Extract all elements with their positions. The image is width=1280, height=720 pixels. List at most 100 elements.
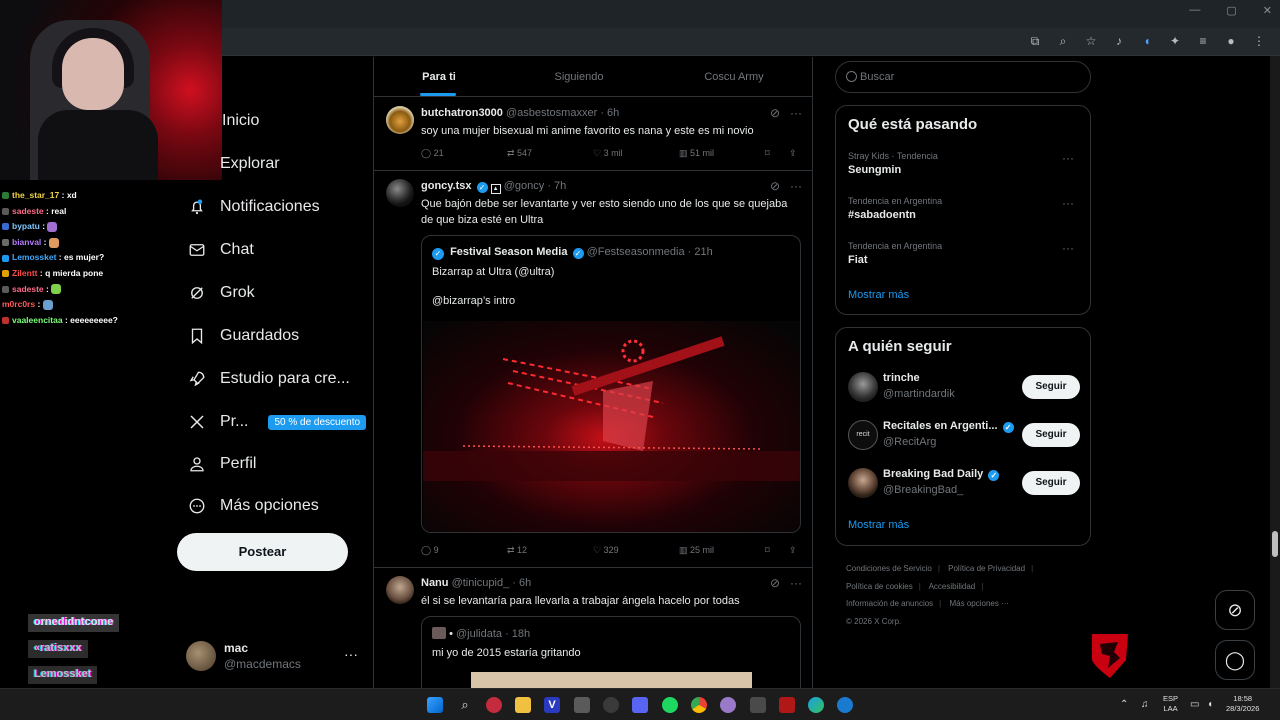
bookmark-star-icon[interactable]: ☆ <box>1084 34 1098 48</box>
taskbar-app-icon[interactable] <box>574 697 590 713</box>
follow-button[interactable]: Seguir <box>1022 423 1080 447</box>
quoted-tweet[interactable]: • @julidata · 18h mi yo de 2015 estaría … <box>421 616 801 688</box>
language-indicator[interactable]: ESP LAA <box>1163 694 1178 714</box>
like-button[interactable]: ♡ 329 <box>593 545 619 556</box>
media-list-icon[interactable]: ≡ <box>1196 34 1210 48</box>
messages-float-button[interactable]: ◯ <box>1215 640 1255 680</box>
tray-chevron-icon[interactable]: ⌃ <box>1120 697 1136 713</box>
grok-icon[interactable]: ⊘ <box>770 576 780 590</box>
share-icon[interactable]: ⇪ <box>789 545 797 556</box>
tweet-author-handle[interactable]: @asbestosmaxxer <box>506 107 597 119</box>
account-switcher[interactable]: mac @macdemacs ··· <box>186 638 366 674</box>
avatar[interactable] <box>848 372 878 402</box>
follow-suggestion[interactable]: recit Recitales en Argenti... ✓ @RecitAr… <box>848 418 1080 452</box>
taskbar-search-icon[interactable]: ⌕ <box>457 697 473 713</box>
tweet-author-name[interactable]: goncy.tsx <box>421 180 472 192</box>
trend-item[interactable]: Tendencia en Argentina Fiat ··· <box>848 241 1080 266</box>
follow-show-more-link[interactable]: Mostrar más <box>848 519 909 531</box>
chat-username[interactable]: sadeste <box>12 284 44 294</box>
taskbar-app-icon[interactable] <box>750 697 766 713</box>
avatar[interactable]: recit <box>848 420 878 450</box>
chat-username[interactable]: vaaleencitaa <box>12 315 63 325</box>
like-button[interactable]: ♡ 3 mil <box>593 148 623 159</box>
bookmark-icon[interactable]: ⌑ <box>765 545 770 556</box>
tweet-time[interactable]: · 7h <box>547 180 566 192</box>
trend-item[interactable]: Tendencia en Argentina #sabadoentn ··· <box>848 196 1080 221</box>
more-icon[interactable]: ··· <box>1062 196 1074 210</box>
grok-icon[interactable]: ⊘ <box>770 106 780 120</box>
post-button[interactable]: Postear <box>177 533 348 571</box>
account-more-icon[interactable]: ··· <box>344 646 358 662</box>
chat-username[interactable]: the_star_17 <box>12 190 59 200</box>
tweet[interactable]: Nanu @tinicupid_ · 6h ⊘ ··· él si se lev… <box>374 568 812 688</box>
views-button[interactable]: ▥ 51 mil <box>679 148 714 159</box>
footer-link[interactable]: Accesibilidad <box>929 582 976 591</box>
volume-icon[interactable]: ♪ <box>1112 34 1126 48</box>
bookmark-icon[interactable]: ⌑ <box>765 148 770 159</box>
quoted-tweet[interactable]: ✓ Festival Season Media ✓ @Festseasonmed… <box>421 235 801 533</box>
tab-for-you[interactable]: Para ti <box>374 57 504 97</box>
footer-link[interactable]: Condiciones de Servicio <box>846 564 932 573</box>
footer-link[interactable]: Información de anuncios <box>846 599 933 608</box>
nav-item-premium[interactable]: Pr... 50 % de descuento <box>186 407 367 437</box>
avatar[interactable] <box>386 576 414 604</box>
tweet-time[interactable]: · 6h <box>600 107 619 119</box>
scrollbar-thumb[interactable] <box>1272 531 1278 557</box>
nav-item-creator-studio[interactable]: Estudio para cre... <box>186 364 350 394</box>
profile-icon[interactable]: ● <box>1224 34 1238 48</box>
follow-suggestion[interactable]: trinche @martindardik Seguir <box>848 370 1080 404</box>
page-scrollbar[interactable] <box>1270 56 1280 688</box>
tab-following[interactable]: Siguiendo <box>514 57 644 97</box>
menu-icon[interactable]: ⋮ <box>1252 34 1266 48</box>
tweet-author-name[interactable]: Nanu <box>421 577 449 589</box>
file-explorer-icon[interactable] <box>515 697 531 713</box>
audio-icon[interactable]: ◖ <box>1140 34 1154 48</box>
reply-button[interactable]: ◯ 9 <box>421 545 439 556</box>
chat-username[interactable]: Lemossket <box>12 252 56 262</box>
taskbar-app-icon[interactable] <box>720 697 736 713</box>
repost-button[interactable]: ⇄ 547 <box>507 148 532 159</box>
close-button[interactable]: ✕ <box>1263 4 1272 17</box>
footer-link[interactable]: Más opciones ··· <box>949 599 1009 608</box>
chat-username[interactable]: m0rc0rs <box>2 299 35 309</box>
microphone-icon[interactable]: ♫ <box>1141 697 1157 713</box>
install-app-icon[interactable]: ⧉ <box>1028 34 1042 48</box>
chat-username[interactable]: sadeste <box>12 206 44 216</box>
search-input[interactable]: Buscar <box>835 61 1091 93</box>
avatar[interactable] <box>386 106 414 134</box>
zoom-icon[interactable]: ⌕ <box>1056 34 1070 48</box>
quoted-video[interactable] <box>423 321 800 532</box>
views-button[interactable]: ▥ 25 mil <box>679 545 714 556</box>
nav-item-notifications[interactable]: Notificaciones <box>186 192 320 222</box>
more-icon[interactable]: ··· <box>790 576 802 590</box>
edge-icon[interactable] <box>808 697 824 713</box>
grok-float-button[interactable]: ⊘ <box>1215 590 1255 630</box>
taskbar-app-icon[interactable] <box>837 697 853 713</box>
volume-icon[interactable]: ◖ <box>1207 697 1223 713</box>
maximize-button[interactable]: ▢ <box>1226 4 1236 17</box>
minimize-button[interactable]: — <box>1189 4 1200 17</box>
windows-start-icon[interactable] <box>427 697 443 713</box>
quoted-image[interactable] <box>471 672 752 688</box>
tweet[interactable]: butchatron3000 @asbestosmaxxer · 6h ⊘ ··… <box>374 98 812 171</box>
more-icon[interactable]: ··· <box>1062 151 1074 165</box>
extensions-icon[interactable]: ✦ <box>1168 34 1182 48</box>
tab-coscu-army[interactable]: Coscu Army <box>669 57 799 97</box>
nav-item-chat[interactable]: Chat <box>186 235 254 265</box>
trends-show-more-link[interactable]: Mostrar más <box>848 289 909 301</box>
chat-username[interactable]: bianval <box>12 237 41 247</box>
network-icon[interactable]: ▭ <box>1190 697 1206 713</box>
follow-button[interactable]: Seguir <box>1022 471 1080 495</box>
grok-icon[interactable]: ⊘ <box>770 179 780 193</box>
footer-link[interactable]: Política de Privacidad <box>948 564 1025 573</box>
tweet[interactable]: goncy.tsx ✓ ▲ @goncy · 7h ⊘ ··· Que bajó… <box>374 171 812 568</box>
more-icon[interactable]: ··· <box>790 179 802 193</box>
follow-suggestion[interactable]: Breaking Bad Daily ✓ @BreakingBad_ Segui… <box>848 466 1080 500</box>
nav-item-more-options[interactable]: Más opciones <box>186 491 319 521</box>
more-icon[interactable]: ··· <box>1062 241 1074 255</box>
reply-button[interactable]: ◯ 21 <box>421 148 444 159</box>
taskbar-clock[interactable]: 18:58 28/3/2026 <box>1226 694 1259 714</box>
avatar[interactable] <box>848 468 878 498</box>
share-icon[interactable]: ⇪ <box>789 148 797 159</box>
tweet-author-handle[interactable]: @tinicupid_ <box>452 577 510 589</box>
